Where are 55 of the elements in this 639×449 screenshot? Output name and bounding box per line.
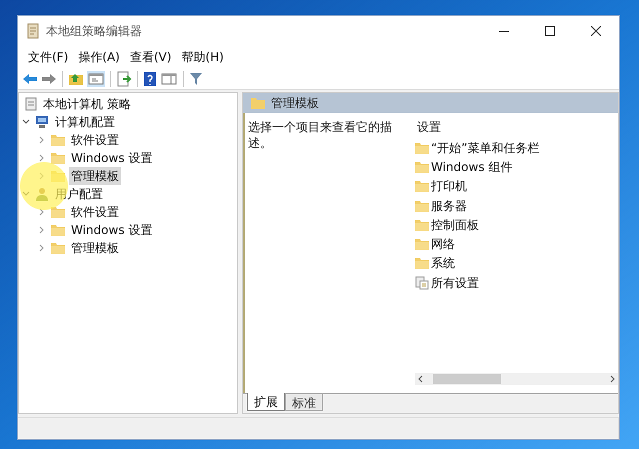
setting-item[interactable]: 服务器 — [431, 196, 467, 215]
description-text: 选择一个项目来查看它的描述。 — [248, 119, 393, 151]
policy-scroll-icon — [26, 23, 40, 39]
export-list-icon[interactable] — [116, 70, 132, 86]
folder-icon — [415, 160, 429, 173]
folder-icon — [51, 224, 65, 236]
folder-icon — [415, 200, 429, 212]
menu-item[interactable]: 帮助(H) — [177, 48, 228, 66]
setting-item[interactable]: 系统 — [431, 254, 455, 272]
tree-item[interactable]: 管理模板 — [69, 167, 121, 185]
tree-item[interactable]: 软件设置 — [69, 131, 121, 149]
window-title: 本地组策略编辑器 — [46, 23, 142, 40]
folder-icon — [51, 242, 65, 254]
view-tab[interactable]: 扩展 — [247, 393, 285, 411]
folder-icon — [51, 206, 65, 218]
column-heading: 设置 — [416, 119, 442, 136]
console-tree-icon[interactable] — [87, 70, 105, 86]
folder-icon — [415, 218, 429, 231]
policy-scroll-icon — [25, 97, 37, 111]
minimize-icon — [499, 30, 509, 32]
maximize-icon — [545, 26, 555, 36]
tree-item[interactable]: 用户配置 — [53, 185, 105, 203]
view-tab[interactable]: 标准 — [285, 394, 323, 411]
setting-item[interactable]: “开始”菜单和任务栏 — [431, 138, 540, 157]
tree-item[interactable]: 软件设置 — [69, 203, 121, 221]
tree-item[interactable]: 管理模板 — [69, 239, 121, 257]
folder-icon — [415, 180, 429, 192]
forward-arrow-icon[interactable] — [41, 72, 57, 86]
menu-item[interactable]: 操作(A) — [74, 48, 124, 66]
scrollbar-thumb[interactable] — [433, 374, 501, 384]
tree-item[interactable]: Windows 设置 — [69, 221, 154, 239]
folder-icon — [415, 257, 429, 270]
setting-item[interactable]: 打印机 — [431, 177, 467, 196]
folder-icon — [251, 97, 265, 109]
setting-item[interactable]: 网络 — [431, 235, 455, 254]
computer-icon — [35, 115, 49, 129]
help-icon[interactable] — [143, 70, 157, 86]
setting-item[interactable]: Windows 组件 — [431, 158, 512, 176]
settings-page-icon — [415, 276, 429, 290]
filter-icon[interactable] — [189, 72, 203, 86]
back-arrow-icon[interactable] — [22, 72, 38, 86]
tree-item[interactable]: 本地计算机 策略 — [41, 95, 133, 113]
menu-item[interactable]: 文件(F) — [24, 48, 72, 66]
folder-icon — [51, 152, 65, 164]
close-icon — [591, 26, 601, 36]
action-pane-icon[interactable] — [160, 70, 178, 86]
tree-item[interactable]: 计算机配置 — [53, 113, 117, 131]
details-header: 管理模板 — [271, 95, 319, 112]
menu-item[interactable]: 查看(V) — [126, 48, 176, 66]
setting-item[interactable]: 控制面板 — [431, 216, 479, 234]
folder-icon — [415, 142, 429, 154]
folder-icon — [51, 134, 65, 146]
folder-icon — [415, 238, 429, 250]
setting-item[interactable]: 所有设置 — [431, 274, 479, 292]
tree-item[interactable]: Windows 设置 — [69, 149, 154, 167]
